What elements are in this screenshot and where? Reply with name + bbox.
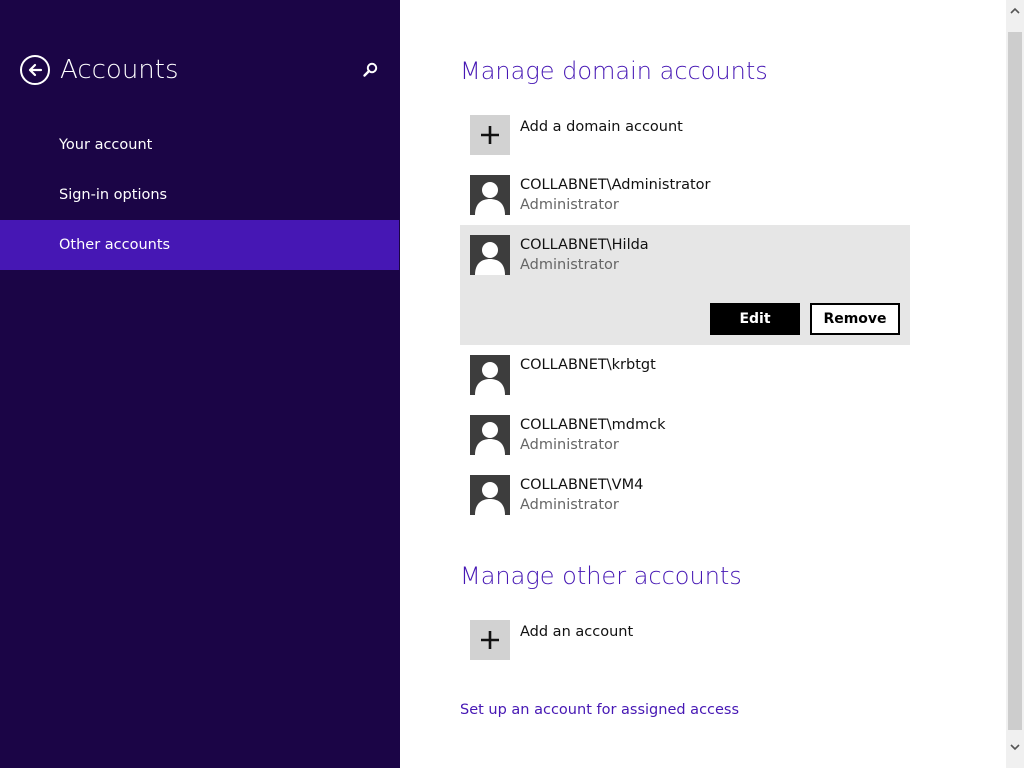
account-name: COLLABNET\Hilda <box>520 237 649 253</box>
plus-icon <box>470 620 510 660</box>
search-icon[interactable] <box>360 60 380 80</box>
sidebar-item-other-accounts[interactable]: Other accounts <box>0 220 399 270</box>
edit-button[interactable]: Edit <box>710 303 800 335</box>
user-avatar-icon <box>470 475 510 515</box>
sidebar-item-your-account[interactable]: Your account <box>0 120 399 170</box>
add-account-label: Add an account <box>520 624 634 640</box>
main-content: Manage domain accounts Add a domain acco… <box>400 0 1006 768</box>
plus-icon <box>470 115 510 155</box>
remove-button[interactable]: Remove <box>810 303 900 335</box>
add-account-button[interactable]: Add an account <box>470 620 633 660</box>
sidebar-nav: Your account Sign-in options Other accou… <box>0 120 399 270</box>
account-item-administrator[interactable]: COLLABNET\Administrator Administrator <box>460 165 910 225</box>
add-domain-account-button[interactable]: Add a domain account <box>470 115 683 155</box>
account-role: Administrator <box>520 257 619 273</box>
add-domain-account-label: Add a domain account <box>520 119 683 135</box>
account-name: COLLABNET\krbtgt <box>520 357 656 373</box>
account-item-krbtgt[interactable]: COLLABNET\krbtgt <box>460 345 910 405</box>
back-arrow-icon[interactable] <box>20 55 50 85</box>
scroll-thumb[interactable] <box>1008 32 1022 730</box>
sidebar: Accounts Your account Sign-in options Ot… <box>0 0 400 768</box>
account-role: Administrator <box>520 497 619 513</box>
account-role: Administrator <box>520 197 619 213</box>
account-item-mdmck[interactable]: COLLABNET\mdmck Administrator <box>460 405 910 465</box>
scroll-down-icon[interactable] <box>1006 738 1024 756</box>
account-role: Administrator <box>520 437 619 453</box>
account-name: COLLABNET\Administrator <box>520 177 711 193</box>
vertical-scrollbar[interactable] <box>1006 0 1024 768</box>
sidebar-item-sign-in-options[interactable]: Sign-in options <box>0 170 399 220</box>
user-avatar-icon <box>470 355 510 395</box>
manage-domain-accounts-heading: Manage domain accounts <box>460 57 768 85</box>
scroll-up-icon[interactable] <box>1006 2 1024 20</box>
manage-other-accounts-heading: Manage other accounts <box>460 562 742 590</box>
account-name: COLLABNET\VM4 <box>520 477 644 493</box>
account-item-vm4[interactable]: COLLABNET\VM4 Administrator <box>460 465 910 525</box>
sidebar-title: Accounts <box>60 55 179 85</box>
assigned-access-link[interactable]: Set up an account for assigned access <box>460 702 739 718</box>
user-avatar-icon <box>470 235 510 275</box>
user-avatar-icon <box>470 175 510 215</box>
account-name: COLLABNET\mdmck <box>520 417 666 433</box>
account-item-hilda[interactable]: COLLABNET\Hilda Administrator Edit Remov… <box>460 225 910 345</box>
user-avatar-icon <box>470 415 510 455</box>
